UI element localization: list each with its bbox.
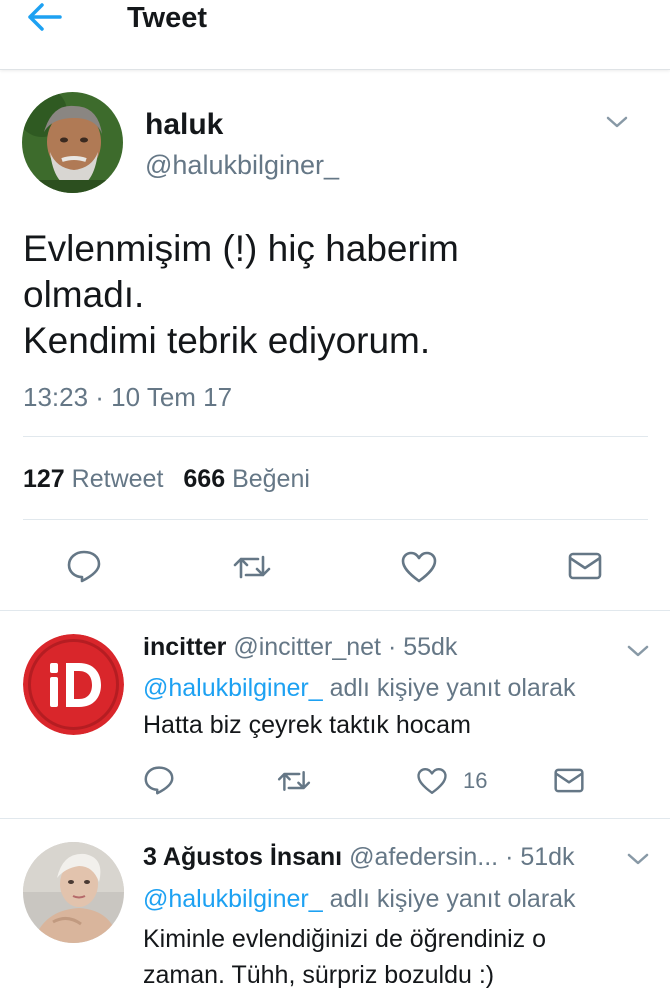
heart-icon xyxy=(401,551,437,583)
envelope-icon xyxy=(568,552,602,580)
chevron-down-icon xyxy=(606,116,628,128)
chevron-down-icon xyxy=(627,645,649,657)
tweet-stats: 127 Retweet 666 Beğeni xyxy=(23,465,310,494)
divider xyxy=(23,436,648,437)
reply-text: Kiminle evlendiğinizi de öğrendiniz o za… xyxy=(143,921,648,993)
reply-text: Hatta biz çeyrek taktık hocam xyxy=(143,707,648,743)
tweet-text-line: olmadı. xyxy=(23,274,145,315)
like-label: Beğeni xyxy=(232,465,310,493)
retweet-icon xyxy=(233,555,271,579)
tweet-text: Evlenmişim (!) hiç haberim olmadı. Kendi… xyxy=(23,226,643,364)
tweet-text-line: Kendimi tebrik ediyorum. xyxy=(23,320,431,361)
reply-header: 3 Ağustos İnsanı @afedersin... · 51dk xyxy=(143,843,575,872)
like-count: 666 xyxy=(183,465,226,493)
author-name[interactable]: haluk xyxy=(145,108,223,142)
reply-context: @halukbilginer_ adlı kişiye yanıt olarak xyxy=(143,674,576,703)
reply-icon xyxy=(144,766,174,795)
retweet-icon xyxy=(277,771,311,791)
tweet-timestamp: 13:23 · 10 Tem 17 xyxy=(23,382,233,412)
reply-text-line: zaman. Tühh, sürpriz bozuldu :) xyxy=(143,961,495,989)
reply-context: @halukbilginer_ adlı kişiye yanıt olarak xyxy=(143,885,576,914)
retweets-stat[interactable]: 127 Retweet xyxy=(23,465,163,493)
reply-avatar[interactable] xyxy=(23,634,124,735)
reply-menu-button[interactable] xyxy=(626,643,650,659)
heart-icon xyxy=(417,768,447,794)
reply-context-label: adlı kişiye yanıt olarak xyxy=(329,885,576,913)
likes-stat[interactable]: 666 Beğeni xyxy=(183,465,310,493)
author-handle[interactable]: @halukbilginer_ xyxy=(145,150,339,181)
reply-text-line: Kiminle evlendiğinizi de öğrendiniz o xyxy=(143,925,547,953)
reply-header: incitter @incitter_net · 55dk xyxy=(143,633,457,662)
share-button[interactable] xyxy=(553,767,585,794)
reply-menu-button[interactable] xyxy=(626,851,650,867)
reply-author-handle[interactable]: @incitter_net xyxy=(233,633,381,661)
tweet-menu-button[interactable] xyxy=(605,114,629,130)
top-bar: Tweet xyxy=(0,0,670,70)
share-button[interactable] xyxy=(567,551,603,581)
chevron-down-icon xyxy=(627,853,649,865)
reply-icon xyxy=(67,550,101,583)
reply-text-line: Hatta biz çeyrek taktık hocam xyxy=(143,711,471,739)
back-button[interactable] xyxy=(26,2,66,36)
reply-time: · 51dk xyxy=(505,843,575,871)
retweet-button[interactable] xyxy=(232,551,272,583)
retweet-label: Retweet xyxy=(71,465,164,493)
reply-button[interactable] xyxy=(143,765,175,795)
reply-context-label: adlı kişiye yanıt olarak xyxy=(329,674,576,702)
tweet-text-line: Evlenmişim (!) hiç haberim xyxy=(23,228,459,269)
reply-button[interactable] xyxy=(66,549,102,583)
like-button[interactable] xyxy=(400,550,438,584)
author-avatar[interactable] xyxy=(22,92,123,193)
reply-time: · 55dk xyxy=(387,633,458,661)
arrow-left-icon xyxy=(28,3,62,31)
retweet-button[interactable] xyxy=(276,767,312,795)
reply-author-name[interactable]: 3 Ağustos İnsanı xyxy=(143,843,342,871)
reply-like-count: 16 xyxy=(463,768,488,793)
page-title: Tweet xyxy=(127,2,208,34)
reply-author-handle[interactable]: @afedersin... xyxy=(349,843,498,871)
reply-avatar[interactable] xyxy=(23,842,124,943)
divider xyxy=(23,519,648,520)
reply-tweet[interactable]: incitter @incitter_net · 55dk @halukbilg… xyxy=(0,611,670,817)
like-button[interactable] xyxy=(416,766,448,796)
mention-link[interactable]: @halukbilginer_ xyxy=(143,674,323,702)
reply-author-name[interactable]: incitter xyxy=(143,633,226,661)
retweet-count: 127 xyxy=(23,465,65,493)
mention-link[interactable]: @halukbilginer_ xyxy=(143,885,323,913)
reply-tweet[interactable]: 3 Ağustos İnsanı @afedersin... · 51dk @h… xyxy=(0,819,670,999)
envelope-icon xyxy=(554,768,584,793)
